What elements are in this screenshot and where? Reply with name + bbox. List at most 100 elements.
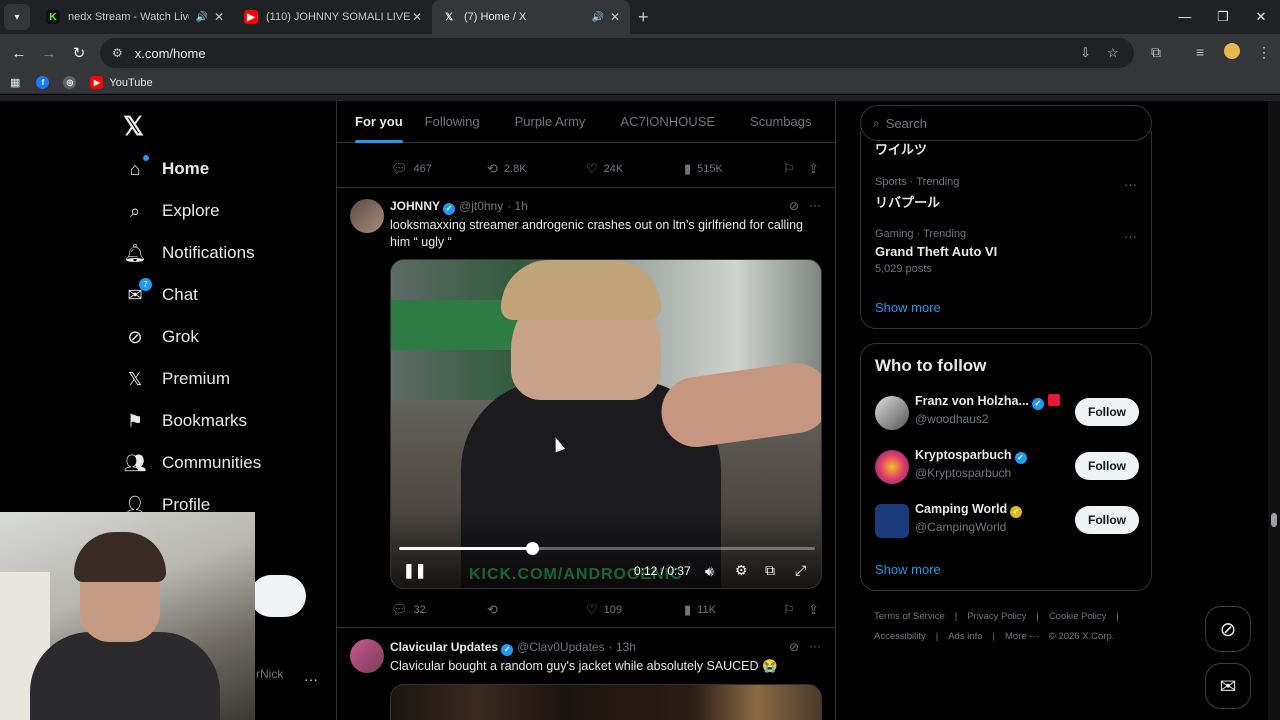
footer-link[interactable]: Privacy Policy [967, 611, 1026, 622]
apps-icon[interactable]: ▦ [10, 76, 20, 89]
post-author[interactable]: Clavicular Updates ✓ @Clav0Updates · 13h [390, 640, 636, 656]
messages-fab-icon[interactable]: ✉ [1205, 663, 1251, 709]
pause-icon[interactable]: ❚❚ [403, 562, 426, 579]
back-icon[interactable]: ← [4, 45, 34, 62]
avatar[interactable] [875, 450, 909, 484]
trend-name[interactable]: Grand Theft Auto VI [875, 244, 997, 259]
reply-button[interactable]: 💬︎ 32 [391, 602, 426, 618]
more-icon[interactable]: ··· [809, 639, 821, 653]
like-button[interactable]: ♡ 24K [586, 161, 623, 177]
video-player[interactable]: KICK.COM/ANDROGENIC ❚❚ 0:12 / 0:37 🔊︎ ⚙ … [390, 259, 822, 589]
follow-suggestion[interactable]: Kryptosparbuch ✓ @Kryptosparbuch Follow [875, 448, 1139, 488]
pip-icon[interactable]: ⧉ [765, 562, 775, 579]
scrollbar-thumb[interactable] [1271, 513, 1277, 527]
menu-icon[interactable]: ⋮ [1257, 44, 1271, 61]
account-handle[interactable]: rNick [256, 667, 283, 681]
footer-link[interactable]: More ··· [1005, 631, 1039, 642]
settings-icon[interactable]: ⚙ [735, 562, 748, 579]
bookmark-button[interactable]: ⚐ [783, 161, 801, 177]
repost-button[interactable]: ⟲ 2.8K [487, 161, 527, 177]
avatar[interactable] [875, 396, 909, 430]
follow-button[interactable]: Follow [1075, 398, 1139, 426]
fullscreen-icon[interactable]: ⤢ [795, 562, 806, 579]
site-info-icon[interactable]: ⚙ [112, 46, 123, 60]
video-progress-bar[interactable] [399, 542, 815, 555]
close-tab-icon[interactable]: ✕ [610, 10, 620, 24]
browser-tab-3[interactable]: 𝕏 (7) Home / X 🔊 ✕ [432, 0, 630, 34]
new-tab-icon[interactable]: + [638, 7, 649, 28]
show-more-link[interactable]: Show more [875, 562, 941, 577]
bookmark-button[interactable]: ⚐ [783, 602, 801, 618]
grok-icon[interactable]: ⊘ [789, 199, 799, 213]
url-field[interactable]: ⚙ x.com/home ⇩ ☆ [100, 38, 1134, 68]
bookmark-youtube[interactable]: ▶ YouTube [90, 76, 153, 89]
bookmark-globe[interactable]: ◎ [63, 76, 82, 89]
reload-icon[interactable]: ↻ [64, 44, 94, 62]
close-tab-icon[interactable]: ✕ [412, 10, 422, 24]
bookmark-facebook[interactable]: f [36, 76, 55, 89]
views-button[interactable]: ▮ 515K [684, 161, 723, 177]
follow-suggestion[interactable]: Franz von Holzha... ✓ @woodhaus2 Follow [875, 394, 1139, 434]
speaker-icon[interactable]: 🔊 [195, 12, 207, 23]
trend-name[interactable]: ワイルツ [875, 139, 927, 158]
sidebar-item-bookmarks[interactable]: ⚑ Bookmarks [124, 410, 247, 432]
tab-following[interactable]: Following [425, 101, 480, 143]
forward-icon[interactable]: → [34, 45, 64, 62]
reply-button[interactable]: 💬︎ 467 [391, 161, 432, 177]
repost-button[interactable]: ⟲ [487, 602, 504, 618]
share-button[interactable]: ⇪ [808, 161, 825, 177]
share-button[interactable]: ⇪ [808, 602, 825, 618]
more-icon[interactable]: ··· [809, 198, 821, 212]
avatar[interactable] [350, 199, 384, 233]
like-button[interactable]: ♡ 109 [586, 602, 622, 618]
browser-tab-2[interactable]: ▶ (110) JOHNNY SOMALI LIVE - Y ✕ [234, 0, 432, 34]
avatar[interactable] [350, 639, 384, 673]
sidebar-item-home[interactable]: ⌂ Home [124, 155, 209, 180]
extensions-icon[interactable]: ⧉ [1151, 44, 1161, 61]
sidebar-item-explore[interactable]: ⌕ Explore [124, 200, 220, 222]
grok-icon[interactable]: ⊘ [789, 640, 799, 654]
close-tab-icon[interactable]: ✕ [214, 10, 224, 24]
volume-icon[interactable]: 🔊︎ [705, 563, 714, 580]
tab-for-you[interactable]: For you [355, 101, 403, 143]
more-icon[interactable]: ··· [1124, 177, 1137, 192]
follow-button[interactable]: Follow [1075, 506, 1139, 534]
trend-name[interactable]: リバプール [875, 192, 940, 211]
x-logo-icon[interactable]: 𝕏 [123, 111, 144, 142]
sidebar-item-chat[interactable]: ✉ 7 Chat [124, 278, 198, 306]
follow-button[interactable]: Follow [1075, 452, 1139, 480]
profile-avatar-icon[interactable] [1224, 43, 1240, 59]
sidebar-item-grok[interactable]: ⊘ Grok [124, 326, 198, 348]
sidebar-item-communities[interactable]: 👥︎ Communities [124, 452, 262, 474]
post-author[interactable]: JOHNNY ✓ @jt0hny · 1h [390, 199, 528, 215]
views-button[interactable]: ▮ 11K [684, 602, 716, 618]
post-media[interactable] [390, 684, 822, 720]
grok-fab-icon[interactable]: ⊘ [1205, 606, 1251, 652]
show-more-link[interactable]: Show more [875, 300, 941, 315]
tab-search-icon[interactable]: ▾ [4, 4, 30, 30]
media-icon[interactable]: ≡ [1196, 44, 1204, 60]
maximize-icon[interactable]: ❐ [1204, 0, 1242, 34]
footer-link[interactable]: Cookie Policy [1049, 611, 1107, 622]
footer-link[interactable]: Accessibility [874, 631, 926, 642]
browser-tab-1[interactable]: K nedx Stream - Watch Live o 🔊 ✕ [36, 0, 234, 34]
search-input[interactable]: ⌕ Search [860, 105, 1152, 141]
tab-purple-army[interactable]: Purple Army [515, 101, 586, 143]
post-johnny[interactable]: JOHNNY ✓ @jt0hny · 1h ⊘ ··· looksmaxxing st… [337, 187, 835, 627]
install-icon[interactable]: ⇩ [1080, 45, 1091, 61]
sidebar-item-notifications[interactable]: 🔔︎ Notifications [124, 242, 255, 264]
sidebar-item-premium[interactable]: 𝕏 Premium [124, 368, 230, 390]
avatar[interactable] [875, 504, 909, 538]
star-icon[interactable]: ☆ [1107, 45, 1119, 61]
account-more-icon[interactable]: ··· [304, 671, 318, 687]
close-window-icon[interactable]: ✕ [1242, 0, 1280, 34]
speaker-icon[interactable]: 🔊 [591, 12, 603, 23]
footer-link[interactable]: Ads info [948, 631, 982, 642]
post-button[interactable] [250, 575, 306, 617]
tab-scumbags[interactable]: Scumbags [750, 101, 811, 143]
tab-ac7ionhouse[interactable]: AC7IONHOUSE [620, 101, 715, 143]
more-icon[interactable]: ··· [1124, 229, 1137, 244]
minimize-icon[interactable]: — [1166, 0, 1204, 34]
page-scrollbar[interactable] [1268, 101, 1280, 720]
follow-suggestion[interactable]: Camping World ✓ @CampingWorld Follow [875, 502, 1139, 542]
